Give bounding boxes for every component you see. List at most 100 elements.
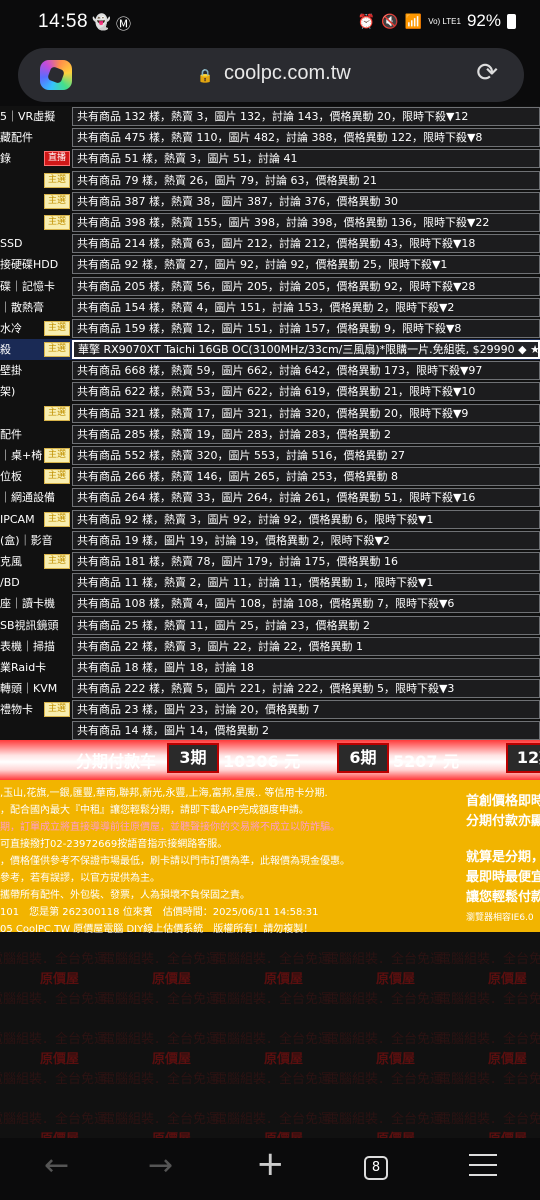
category-row[interactable]: 接硬碟HDD 共有商品 92 樣，熱賣 27，圖片 92，討論 92，價格異動 2… [0, 254, 540, 275]
category-row[interactable]: ｜網通設備 共有商品 264 樣，熱賣 33，圖片 264，討論 261，價格異動… [0, 487, 540, 508]
category-summary-select[interactable]: 共有商品 264 樣，熱賣 33，圖片 264，討論 261，價格異動 51，限… [72, 488, 540, 508]
category-row[interactable]: IPCAM 主選 共有商品 92 樣，熱賣 3，圖片 92，討論 92，價格異動 6… [0, 509, 540, 530]
category-summary-select[interactable]: 共有商品 92 樣，熱賣 27，圖片 92，討論 92，價格異動 25，限時下殺… [72, 255, 540, 275]
category-row[interactable]: 主選 共有商品 398 樣，熱賣 155，圖片 398，討論 398，價格異動 1… [0, 212, 540, 233]
category-row[interactable]: ｜散熱膏 共有商品 154 樣，熱賣 4，圖片 151，討論 153，價格異動 2… [0, 297, 540, 318]
tab-count-button[interactable]: 8 [364, 1156, 388, 1180]
category-row[interactable]: 轉頭｜KVM 共有商品 222 樣，熱賣 5，圖片 221，討論 222，價格異動… [0, 678, 540, 699]
category-label[interactable]: SB視訊鏡頭 [0, 615, 70, 636]
live-badge: 直播 [44, 151, 70, 167]
category-label[interactable]: 接硬碟HDD [0, 254, 70, 275]
category-row[interactable]: 架) 共有商品 622 樣，熱賣 53，圖片 622，討論 619，價格異動 21… [0, 381, 540, 402]
watermark-logo: 原價屋 [152, 972, 192, 987]
category-summary-select[interactable]: 共有商品 285 樣，熱賣 19，圖片 283，討論 283，價格異動 2 [72, 424, 540, 444]
category-label[interactable]: 表機｜掃描 [0, 636, 70, 657]
category-label[interactable]: /BD [0, 572, 70, 593]
menu-icon[interactable] [469, 1154, 497, 1178]
category-summary-select[interactable]: 共有商品 398 樣，熱賣 155，圖片 398，討論 398，價格異動 136… [72, 212, 540, 232]
installment-3-button[interactable]: 3期 [167, 743, 219, 773]
category-summary-select[interactable]: 共有商品 14 樣，圖片 14，價格異動 2 [72, 721, 540, 741]
category-row[interactable]: ｜桌+椅 主選 共有商品 552 樣，熱賣 320，圖片 553，討論 516，價格… [0, 445, 540, 466]
category-label[interactable]: ｜網通設備 [0, 487, 70, 508]
category-row[interactable]: 錄直播 共有商品 51 樣，熱賣 3，圖片 51，討論 41 [0, 148, 540, 169]
category-summary-select[interactable]: 共有商品 108 樣，熱賣 4，圖片 108，討論 108，價格異動 7，限時下… [72, 594, 540, 614]
category-row[interactable]: SB視訊鏡頭 共有商品 25 樣，熱賣 11，圖片 25，討論 23，價格異動 2 [0, 615, 540, 636]
category-row[interactable]: 克風 主選 共有商品 181 樣，熱賣 78，圖片 179，討論 175，價格異動 … [0, 551, 540, 572]
category-summary-select[interactable]: 共有商品 51 樣，熱賣 3，圖片 51，討論 41 [72, 149, 540, 169]
wifi-icon: 📶 [404, 12, 423, 29]
category-summary-select[interactable]: 共有商品 19 樣，圖片 19，討論 19，價格異動 2，限時下殺▼2 [72, 530, 540, 550]
category-summary-select[interactable]: 共有商品 132 樣，熱賣 3，圖片 132，討論 143，價格異動 20，限時… [72, 107, 540, 126]
notice-line: 參考，若有誤謬，以官方提供為主。 [0, 873, 160, 884]
category-label[interactable]: 轉頭｜KVM [0, 678, 70, 699]
category-row[interactable]: (盒)｜影音 共有商品 19 樣，圖片 19，討論 19，價格異動 2，限時下殺▼… [0, 530, 540, 551]
category-summary-select[interactable]: 共有商品 11 樣，熱賣 2，圖片 11，討論 11，價格異動 1，限時下殺▼1 [72, 573, 540, 593]
category-row[interactable]: 殺主選 華擎 RX9070XT Taichi 16GB OC(3100MHz/33… [0, 339, 540, 361]
category-label[interactable]: 藏配件 [0, 127, 70, 148]
reload-icon[interactable]: ⟳ [476, 58, 498, 88]
category-summary-select[interactable]: 共有商品 622 樣，熱賣 53，圖片 622，討論 619，價格異動 21，限… [72, 382, 540, 402]
category-label[interactable]: ｜散熱膏 [0, 297, 70, 318]
category-summary-select[interactable]: 共有商品 266 樣，熱賣 146，圖片 265，討論 253，價格異動 8 [72, 467, 540, 487]
category-label[interactable]: 架) [0, 381, 70, 402]
category-row[interactable]: 主選 共有商品 79 樣，熱賣 26，圖片 79，討論 63，價格異動 21 [0, 170, 540, 191]
category-label[interactable]: 座｜讀卡機 [0, 593, 70, 614]
category-summary-select[interactable]: 共有商品 321 樣，熱賣 17，圖片 321，討論 320，價格異動 20，限… [72, 403, 540, 423]
installment-6-button[interactable]: 6期 [337, 743, 389, 773]
category-row[interactable]: 水冷 主選 共有商品 159 樣，熱賣 12，圖片 151，討論 157，價格異動 … [0, 318, 540, 339]
category-summary-select[interactable]: 共有商品 181 樣，熱賣 78，圖片 179，討論 175，價格異動 16 [72, 551, 540, 571]
category-row[interactable]: 藏配件 共有商品 475 樣，熱賣 110，圖片 482，討論 388，價格異動 … [0, 127, 540, 148]
category-summary-select[interactable]: 共有商品 154 樣，熱賣 4，圖片 151，討論 153，價格異動 2，限時下… [72, 297, 540, 317]
category-label[interactable] [0, 720, 70, 741]
category-row[interactable]: 主選 共有商品 321 樣，熱賣 17，圖片 321，討論 320，價格異動 20… [0, 403, 540, 424]
category-row[interactable]: 表機｜掃描 共有商品 22 樣，熱賣 3，圖片 22，討論 22，價格異動 1 [0, 636, 540, 657]
category-row[interactable]: 壁掛 共有商品 668 樣，熱賣 59，圖片 662，討論 642，價格異動 17… [0, 360, 540, 381]
category-label[interactable]: 5｜VR虛擬 [0, 106, 70, 127]
category-summary-select[interactable]: 共有商品 475 樣，熱賣 110，圖片 482，討論 388，價格異動 122… [72, 128, 540, 148]
category-row[interactable]: 業Raid卡 共有商品 18 樣，圖片 18，討論 18 [0, 657, 540, 678]
forward-icon[interactable]: → [148, 1148, 173, 1183]
highlighted-product-select[interactable]: 華擎 RX9070XT Taichi 16GB OC(3100MHz/33cm/… [72, 340, 540, 360]
watermark-logo: 原價屋 [264, 1128, 303, 1138]
category-summary-select[interactable]: 共有商品 92 樣，熱賣 3，圖片 92，討論 92，價格異動 6，限時下殺▼1 [72, 509, 540, 529]
lock-icon[interactable]: 🔒 [197, 69, 213, 84]
category-summary-select[interactable]: 共有商品 18 樣，圖片 18，討論 18 [72, 657, 540, 677]
category-summary-select[interactable]: 共有商品 79 樣，熱賣 26，圖片 79，討論 63，價格異動 21 [72, 170, 540, 190]
new-tab-icon[interactable]: + [256, 1144, 285, 1184]
category-summary-select[interactable]: 共有商品 668 樣，熱賣 59，圖片 662，討論 642，價格異動 173，… [72, 361, 540, 381]
category-summary-select[interactable]: 共有商品 222 樣，熱賣 5，圖片 221，討論 222，價格異動 5，限時下… [72, 679, 540, 699]
copilot-icon[interactable] [40, 60, 72, 90]
category-summary-select[interactable]: 共有商品 214 樣，熱賣 63，圖片 212，討論 212，價格異動 43，限… [72, 234, 540, 254]
category-row[interactable]: 配件 共有商品 285 樣，熱賣 19，圖片 283，討論 283，價格異動 2 [0, 424, 540, 445]
category-summary-select[interactable]: 共有商品 387 樣，熱賣 38，圖片 387，討論 376，價格異動 30 [72, 191, 540, 211]
category-row[interactable]: /BD 共有商品 11 樣，熱賣 2，圖片 11，討論 11，價格異動 1，限時下… [0, 572, 540, 593]
watermark-text: 電腦組裝．全台免運 [438, 1032, 540, 1047]
notice-line: ，配合國內最大『中租』讓您輕鬆分期，請即下載APP完成額度申請。 [0, 805, 309, 816]
category-label[interactable]: SSD [0, 233, 70, 254]
category-row[interactable]: 碟｜記憶卡 共有商品 205 樣，熱賣 56，圖片 205，討論 205，價格異動… [0, 276, 540, 297]
watermark-text: 電腦組裝．全台免運 [102, 1112, 220, 1127]
installment-12-button[interactable]: 12期 [506, 743, 540, 773]
category-row[interactable]: 位板 主選 共有商品 266 樣，熱賣 146，圖片 265，討論 253，價格異動… [0, 466, 540, 487]
category-summary-select[interactable]: 共有商品 552 樣，熱賣 320，圖片 553，討論 516，價格異動 27 [72, 446, 540, 465]
category-label[interactable]: (盒)｜影音 [0, 530, 70, 551]
category-label[interactable]: 業Raid卡 [0, 657, 70, 678]
category-summary-select[interactable]: 共有商品 25 樣，熱賣 11，圖片 25，討論 23，價格異動 2 [72, 615, 540, 635]
category-row[interactable]: 座｜讀卡機 共有商品 108 樣，熱賣 4，圖片 108，討論 108，價格異動 … [0, 593, 540, 614]
category-row[interactable]: 共有商品 14 樣，圖片 14，價格異動 2 [0, 720, 540, 741]
category-row[interactable]: 5｜VR虛擬 共有商品 132 樣，熱賣 3，圖片 132，討論 143，價格異動… [0, 106, 540, 127]
back-icon[interactable]: ← [44, 1148, 69, 1183]
address-bar[interactable]: 🔒 coolpc.com.tw ⟳ [18, 48, 524, 102]
category-label[interactable]: 碟｜記憶卡 [0, 276, 70, 297]
category-row[interactable]: 主選 共有商品 387 樣，熱賣 38，圖片 387，討論 376，價格異動 30 [0, 191, 540, 212]
category-summary-select[interactable]: 共有商品 22 樣，熱賣 3，圖片 22，討論 22，價格異動 1 [72, 636, 540, 656]
category-summary-select[interactable]: 共有商品 23 樣，圖片 23，討論 20，價格異動 7 [72, 700, 540, 720]
category-row[interactable]: 禮物卡 主選 共有商品 23 樣，圖片 23，討論 20，價格異動 7 [0, 699, 540, 720]
category-label[interactable]: 配件 [0, 424, 70, 445]
category-row[interactable]: SSD 共有商品 214 樣，熱賣 63，圖片 212，討論 212，價格異動 4… [0, 233, 540, 254]
url-text[interactable]: coolpc.com.tw [224, 62, 351, 85]
category-label[interactable]: 壁掛 [0, 360, 70, 381]
category-summary-select[interactable]: 共有商品 205 樣，熱賣 56，圖片 205，討論 205，價格異動 92，限… [72, 276, 540, 296]
browser-toolbar: 🔒 coolpc.com.tw ⟳ [0, 44, 540, 106]
category-summary-select[interactable]: 共有商品 159 樣，熱賣 12，圖片 151，討論 157，價格異動 9，限時… [72, 318, 540, 338]
